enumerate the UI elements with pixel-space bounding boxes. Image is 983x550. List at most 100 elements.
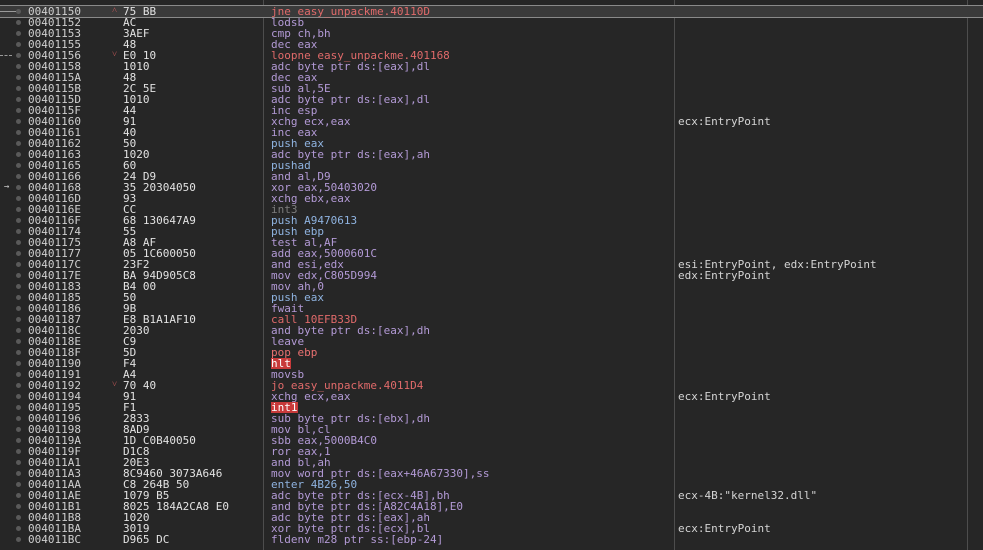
disasm-row[interactable]: 004011BC D965 DC fldenv m28 ptr ss:[ebp-24… [0, 534, 983, 545]
breakpoint-dot-icon[interactable] [16, 383, 21, 388]
breakpoint-gutter[interactable] [0, 380, 26, 391]
breakpoint-dot-icon[interactable] [16, 97, 21, 102]
breakpoint-gutter[interactable] [0, 391, 26, 402]
disasm-row[interactable]: 0040118E C9 leave [0, 336, 983, 347]
breakpoint-gutter[interactable] [0, 105, 26, 116]
breakpoint-dot-icon[interactable] [16, 218, 21, 223]
breakpoint-gutter[interactable] [0, 28, 26, 39]
breakpoint-dot-icon[interactable] [16, 196, 21, 201]
breakpoint-dot-icon[interactable] [16, 75, 21, 80]
breakpoint-dot-icon[interactable] [16, 119, 21, 124]
breakpoint-dot-icon[interactable] [16, 42, 21, 47]
breakpoint-dot-icon[interactable] [16, 537, 21, 542]
breakpoint-dot-icon[interactable] [16, 317, 21, 322]
breakpoint-gutter[interactable] [0, 270, 26, 281]
breakpoint-gutter[interactable] [0, 457, 26, 468]
disasm-row[interactable]: 0040116F 68 130647A9 push A9470613 [0, 215, 983, 226]
breakpoint-dot-icon[interactable] [16, 482, 21, 487]
breakpoint-dot-icon[interactable] [16, 449, 21, 454]
breakpoint-gutter[interactable] [0, 17, 26, 28]
breakpoint-dot-icon[interactable] [16, 493, 21, 498]
breakpoint-gutter[interactable] [0, 39, 26, 50]
breakpoint-gutter[interactable] [0, 204, 26, 215]
breakpoint-dot-icon[interactable] [16, 361, 21, 366]
breakpoint-dot-icon[interactable] [16, 130, 21, 135]
breakpoint-gutter[interactable] [0, 468, 26, 479]
breakpoint-gutter[interactable] [0, 523, 26, 534]
breakpoint-gutter[interactable] [0, 248, 26, 259]
breakpoint-dot-icon[interactable] [16, 515, 21, 520]
breakpoint-gutter[interactable] [0, 479, 26, 490]
disasm-row[interactable]: 0040116D 93 xchg ebx,eax [0, 193, 983, 204]
breakpoint-dot-icon[interactable] [16, 372, 21, 377]
breakpoint-dot-icon[interactable] [16, 394, 21, 399]
disasm-row[interactable]: 00401185 50 push eax [0, 292, 983, 303]
breakpoint-dot-icon[interactable] [16, 262, 21, 267]
breakpoint-gutter[interactable] [0, 369, 26, 380]
breakpoint-gutter[interactable] [0, 402, 26, 413]
breakpoint-dot-icon[interactable] [16, 141, 21, 146]
breakpoint-gutter[interactable]: → [0, 182, 26, 193]
breakpoint-gutter[interactable] [0, 50, 26, 61]
disasm-row[interactable]: 0040115F 44 inc esp [0, 105, 983, 116]
breakpoint-gutter[interactable] [0, 94, 26, 105]
breakpoint-gutter[interactable] [0, 314, 26, 325]
breakpoint-dot-icon[interactable] [16, 152, 21, 157]
breakpoint-gutter[interactable] [0, 501, 26, 512]
disasm-row[interactable]: 00401150 ˄ 75 BB jne easy_unpackme.40110D [0, 5, 983, 18]
breakpoint-gutter[interactable] [0, 446, 26, 457]
breakpoint-dot-icon[interactable] [16, 405, 21, 410]
breakpoint-dot-icon[interactable] [16, 350, 21, 355]
breakpoint-dot-icon[interactable] [16, 20, 21, 25]
breakpoint-gutter[interactable] [0, 336, 26, 347]
disasm-row[interactable]: 00401192 ˅ 70 40 jo easy_unpackme.4011D4 [0, 380, 983, 391]
breakpoint-dot-icon[interactable] [16, 53, 21, 58]
breakpoint-gutter[interactable] [0, 171, 26, 182]
breakpoint-gutter[interactable] [0, 281, 26, 292]
disasm-row[interactable]: → 00401168 35 20304050 xor eax,50403020 [0, 182, 983, 193]
disasm-row[interactable]: 0040118F 5D pop ebp [0, 347, 983, 358]
breakpoint-dot-icon[interactable] [16, 526, 21, 531]
breakpoint-dot-icon[interactable] [16, 108, 21, 113]
breakpoint-gutter[interactable] [0, 138, 26, 149]
breakpoint-dot-icon[interactable] [16, 284, 21, 289]
breakpoint-dot-icon[interactable] [16, 504, 21, 509]
breakpoint-dot-icon[interactable] [16, 174, 21, 179]
breakpoint-gutter[interactable] [0, 534, 26, 545]
breakpoint-dot-icon[interactable] [16, 163, 21, 168]
breakpoint-gutter[interactable] [0, 435, 26, 446]
breakpoint-dot-icon[interactable] [16, 295, 21, 300]
breakpoint-gutter[interactable] [0, 83, 26, 94]
breakpoint-dot-icon[interactable] [16, 31, 21, 36]
breakpoint-gutter[interactable] [0, 72, 26, 83]
breakpoint-gutter[interactable] [0, 127, 26, 138]
breakpoint-dot-icon[interactable] [16, 251, 21, 256]
breakpoint-gutter[interactable] [0, 424, 26, 435]
breakpoint-gutter[interactable] [0, 6, 26, 17]
breakpoint-gutter[interactable] [0, 61, 26, 72]
disasm-row[interactable]: 00401183 B4 00 mov ah,0 [0, 281, 983, 292]
breakpoint-gutter[interactable] [0, 215, 26, 226]
breakpoint-dot-icon[interactable] [16, 427, 21, 432]
disasm-row[interactable]: 00401163 1020 adc byte ptr ds:[eax],ah [0, 149, 983, 160]
breakpoint-gutter[interactable] [0, 358, 26, 369]
disasm-row[interactable]: 00401194 91 xchg ecx,eax ecx:EntryPoint [0, 391, 983, 402]
breakpoint-dot-icon[interactable] [16, 207, 21, 212]
disasm-row[interactable]: 0040118C 2030 and byte ptr ds:[eax],dh [0, 325, 983, 336]
breakpoint-dot-icon[interactable] [16, 229, 21, 234]
breakpoint-dot-icon[interactable] [16, 339, 21, 344]
disasm-row[interactable]: 00401160 91 xchg ecx,eax ecx:EntryPoint [0, 116, 983, 127]
breakpoint-dot-icon[interactable] [16, 438, 21, 443]
disasm-row[interactable]: 00401158 1010 adc byte ptr ds:[eax],dl [0, 61, 983, 72]
breakpoint-dot-icon[interactable] [16, 9, 21, 14]
breakpoint-dot-icon[interactable] [16, 86, 21, 91]
breakpoint-gutter[interactable] [0, 325, 26, 336]
breakpoint-dot-icon[interactable] [16, 64, 21, 69]
breakpoint-gutter[interactable] [0, 237, 26, 248]
breakpoint-dot-icon[interactable] [16, 471, 21, 476]
breakpoint-dot-icon[interactable] [16, 328, 21, 333]
breakpoint-gutter[interactable] [0, 512, 26, 523]
breakpoint-gutter[interactable] [0, 490, 26, 501]
breakpoint-gutter[interactable] [0, 226, 26, 237]
breakpoint-gutter[interactable] [0, 160, 26, 171]
